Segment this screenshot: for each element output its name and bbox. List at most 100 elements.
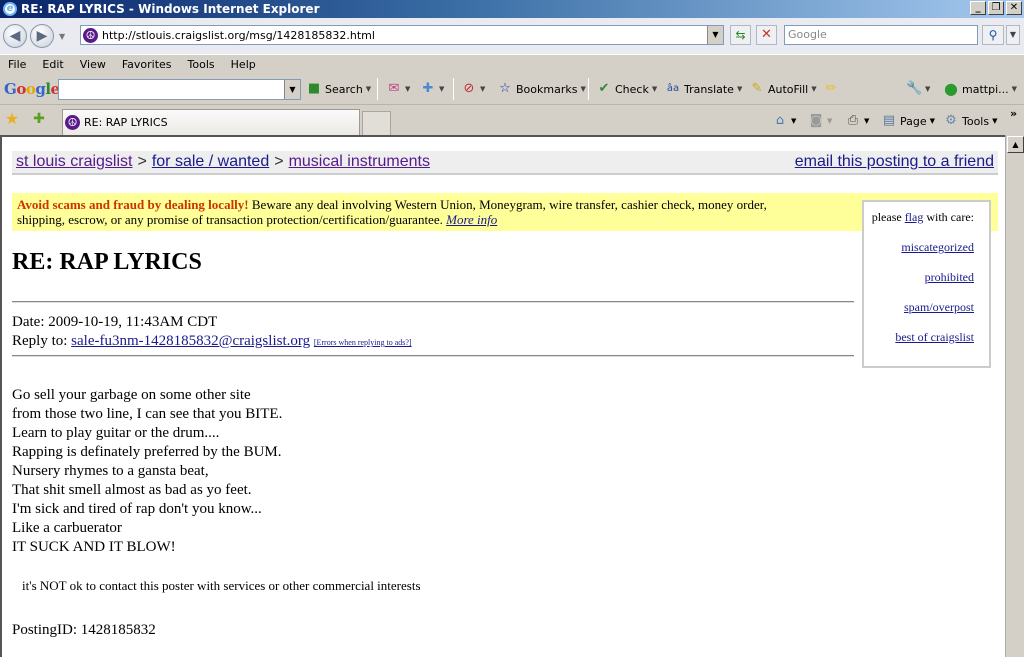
- tools-menu[interactable]: ⚙ Tools ▼: [943, 113, 997, 129]
- close-button[interactable]: ✕: [1006, 1, 1022, 15]
- breadcrumb-for-sale[interactable]: for sale / wanted: [152, 153, 269, 171]
- menu-view[interactable]: View: [72, 58, 114, 71]
- flag-link[interactable]: flag: [905, 210, 924, 224]
- url-text[interactable]: http://stlouis.craigslist.org/msg/142818…: [102, 29, 375, 42]
- translate-button[interactable]: âa Translate ▼: [665, 80, 742, 98]
- menu-edit[interactable]: Edit: [34, 58, 71, 71]
- favorites-star-icon[interactable]: ★: [4, 111, 20, 127]
- menu-file[interactable]: File: [0, 58, 34, 71]
- google-toolbar: Google ▼ ■ Search ▼ ✉ ▼ ✚ ▼ ⊘ ▼ ☆ Bookmarks ▼…: [0, 74, 1024, 104]
- breadcrumb: st louis craigslist > for sale / wanted …: [12, 151, 998, 175]
- address-bar[interactable]: ☮ http://stlouis.craigslist.org/msg/1428…: [80, 25, 724, 45]
- divider: [12, 301, 854, 303]
- minimize-button[interactable]: _: [970, 1, 986, 15]
- email-posting-link[interactable]: email this posting to a friend: [795, 153, 994, 171]
- add-favorites-icon[interactable]: ✚: [31, 111, 47, 127]
- google-search-dropdown[interactable]: ▼: [284, 80, 300, 99]
- restore-button[interactable]: ❐: [988, 1, 1004, 15]
- popup-blocker-button[interactable]: ⊘ ▼: [461, 80, 486, 98]
- scroll-up-button[interactable]: ▲: [1007, 136, 1024, 153]
- feeds-button[interactable]: ◙ ▼: [808, 113, 833, 129]
- star-outline-icon: ☆: [499, 81, 511, 96]
- more-info-link[interactable]: More info: [446, 212, 497, 227]
- body-line: Learn to play guitar or the drum....: [12, 425, 220, 441]
- body-line: That shit smell almost as bad as yo feet…: [12, 482, 252, 498]
- ie-logo-icon: e: [3, 2, 17, 16]
- print-button[interactable]: ⎙ ▼: [845, 113, 870, 129]
- body-line: IT SUCK AND IT BLOW!: [12, 539, 176, 555]
- menu-help[interactable]: Help: [223, 58, 264, 71]
- body-line: Like a carbuerator: [12, 520, 122, 536]
- stop-button[interactable]: ✕: [756, 25, 777, 45]
- new-tab-button[interactable]: [362, 111, 391, 135]
- breadcrumb-musical-instruments[interactable]: musical instruments: [289, 153, 430, 171]
- toolbar-overflow-chevron[interactable]: »: [1010, 107, 1017, 120]
- wrench-icon: 🔧: [906, 81, 923, 96]
- autofill-button[interactable]: ✎ AutoFill ▼: [749, 80, 817, 98]
- highlight-button[interactable]: ✏: [823, 80, 839, 98]
- translate-icon: âa: [666, 83, 680, 94]
- divider: [12, 355, 854, 357]
- address-toolbar: ◀ ▶ ▼ ☮ http://stlouis.craigslist.org/ms…: [0, 18, 1024, 54]
- home-icon: ⌂: [775, 113, 785, 128]
- address-dropdown[interactable]: ▼: [707, 26, 723, 44]
- tab-active[interactable]: ☮ RE: RAP LYRICS: [62, 109, 360, 135]
- news-button[interactable]: ✉ ▼: [386, 80, 411, 98]
- page-menu[interactable]: ▤ Page ▼: [881, 113, 935, 129]
- body-line: Rapping is definately preferred by the B…: [12, 444, 282, 460]
- search-input[interactable]: Google: [784, 25, 978, 45]
- google-search-button[interactable]: ■ Search ▼: [306, 80, 371, 98]
- menu-tools[interactable]: Tools: [180, 58, 223, 71]
- gear-icon: ⚙: [945, 113, 957, 128]
- page-icon: ▤: [882, 113, 896, 128]
- flag-box: please flag with care: miscategorized pr…: [862, 200, 991, 368]
- body-line: Nursery rhymes to a gansta beat,: [12, 463, 209, 479]
- posting-title: RE: RAP LYRICS: [12, 249, 202, 275]
- settings-button[interactable]: 🔧 ▼: [906, 80, 930, 98]
- home-button[interactable]: ⌂ ▼: [772, 113, 797, 129]
- tab-label: RE: RAP LYRICS: [84, 116, 168, 129]
- flag-miscategorized[interactable]: miscategorized: [901, 240, 974, 254]
- spellcheck-button[interactable]: ✔ Check ▼: [596, 80, 658, 98]
- back-button[interactable]: ◀: [3, 24, 27, 48]
- body-line: Go sell your garbage on some other site: [12, 387, 251, 403]
- forward-button[interactable]: ▶: [30, 24, 54, 48]
- google-search-input[interactable]: ▼: [58, 79, 301, 100]
- posting-date: Date: 2009-10-19, 11:43AM CDT: [12, 314, 218, 330]
- popup-blocker-icon: ⊘: [463, 81, 475, 96]
- search-icon[interactable]: ⚲: [982, 25, 1004, 45]
- posting-meta: Date: 2009-10-19, 11:43AM CDT Reply to: …: [12, 314, 412, 349]
- printer-icon: ⎙: [847, 113, 859, 128]
- add-button[interactable]: ✚ ▼: [420, 80, 445, 98]
- flag-prohibited[interactable]: prohibited: [925, 270, 974, 284]
- breadcrumb-st-louis[interactable]: st louis craigslist: [16, 153, 132, 171]
- menu-bar: File Edit View Favorites Tools Help: [0, 54, 1024, 74]
- history-dropdown[interactable]: ▼: [59, 32, 65, 41]
- rss-icon: ◙: [809, 113, 823, 128]
- flag-spam-overpost[interactable]: spam/overpost: [904, 300, 974, 314]
- menu-favorites[interactable]: Favorites: [114, 58, 180, 71]
- highlighter-icon: ✏: [825, 81, 837, 96]
- warning-bold: Avoid scams and fraud by dealing locally…: [17, 197, 249, 212]
- posting-body: Go sell your garbage on some other site …: [12, 386, 282, 557]
- window-title: RE: RAP LYRICS - Windows Internet Explor…: [21, 2, 320, 16]
- search-options-dropdown[interactable]: ▼: [1006, 25, 1020, 45]
- posting-id: PostingID: 1428185832: [12, 622, 156, 638]
- google-logo: Google: [4, 80, 60, 98]
- bookmarks-button[interactable]: ☆ Bookmarks ▼: [497, 80, 586, 98]
- flag-best-of-craigslist[interactable]: best of craigslist: [895, 330, 974, 344]
- google-search-icon: ■: [307, 81, 321, 96]
- vertical-scrollbar[interactable]: ▲: [1005, 135, 1024, 657]
- reply-email-link[interactable]: sale-fu3nm-1428185832@craigslist.org: [71, 333, 310, 349]
- body-line: I'm sick and tired of rap don't you know…: [12, 501, 262, 517]
- body-line: from those two line, I can see that you …: [12, 406, 283, 422]
- news-icon: ✉: [388, 81, 400, 96]
- flag-prompt: please flag with care:: [871, 210, 974, 224]
- account-button[interactable]: ● mattpi... ▼: [943, 80, 1017, 98]
- commercial-notice: it's NOT ok to contact this poster with …: [22, 578, 421, 593]
- plus-icon: ✚: [422, 81, 434, 96]
- tab-bar: ★ ✚ ☮ RE: RAP LYRICS ⌂ ▼ ◙ ▼ ⎙ ▼ ▤ Page ▼ ⚙ To…: [0, 104, 1024, 135]
- peace-favicon-icon: ☮: [83, 27, 98, 43]
- refresh-button[interactable]: ⇆: [730, 25, 751, 45]
- reply-errors-link[interactable]: [Errors when replying to ads?]: [314, 338, 412, 347]
